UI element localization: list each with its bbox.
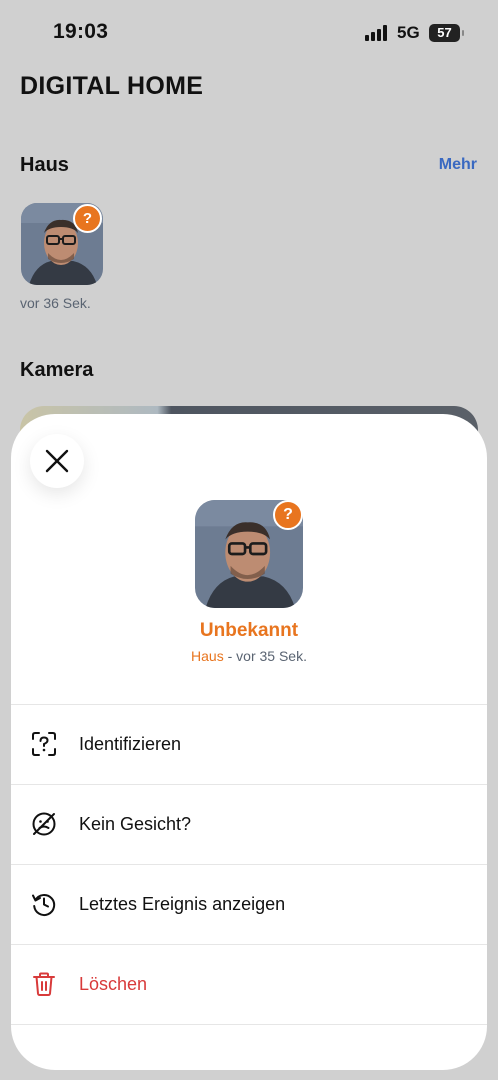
close-icon bbox=[45, 449, 69, 473]
unknown-badge: ? bbox=[73, 204, 102, 233]
close-button[interactable] bbox=[30, 434, 84, 488]
action-menu: Identifizieren Kein Gesicht? Letztes Ere… bbox=[11, 704, 487, 1025]
face-meta: Haus - vor 35 Sek. bbox=[11, 648, 487, 664]
meta-separator: - bbox=[223, 648, 237, 664]
last-event-label: Letztes Ereignis anzeigen bbox=[79, 894, 286, 914]
identify-action[interactable]: Identifizieren bbox=[11, 704, 487, 784]
face-time: vor 35 Sek. bbox=[236, 648, 307, 664]
battery-icon: 57 bbox=[429, 24, 464, 42]
history-icon bbox=[32, 894, 56, 916]
section-title-kamera: Kamera bbox=[20, 359, 94, 381]
unknown-badge: ? bbox=[273, 500, 303, 530]
status-time: 19:03 bbox=[53, 20, 109, 43]
thumbnail-time: vor 36 Sek. bbox=[20, 295, 91, 311]
no-face-action[interactable]: Kein Gesicht? bbox=[11, 784, 487, 864]
face-detail-sheet: ? Unbekannt Haus - vor 35 Sek. Identifiz… bbox=[11, 414, 487, 1070]
face-location: Haus bbox=[191, 648, 224, 664]
more-link[interactable]: Mehr bbox=[439, 156, 477, 174]
delete-action[interactable]: Löschen bbox=[11, 944, 487, 1025]
face-name: Unbekannt bbox=[199, 620, 299, 641]
last-event-action[interactable]: Letztes Ereignis anzeigen bbox=[11, 864, 487, 944]
face-scan-question-icon bbox=[32, 732, 56, 756]
status-bar: 19:03 5G 57 bbox=[0, 0, 498, 66]
trash-icon bbox=[33, 972, 55, 996]
face-slash-icon bbox=[32, 812, 56, 836]
section-title-haus: Haus bbox=[20, 154, 69, 176]
network-type: 5G bbox=[397, 23, 420, 42]
app-title: DIGITAL HOME bbox=[20, 72, 204, 100]
identify-label: Identifizieren bbox=[79, 734, 182, 754]
no-face-label: Kein Gesicht? bbox=[79, 814, 192, 834]
signal-icon bbox=[365, 25, 389, 41]
delete-label: Löschen bbox=[79, 974, 148, 994]
